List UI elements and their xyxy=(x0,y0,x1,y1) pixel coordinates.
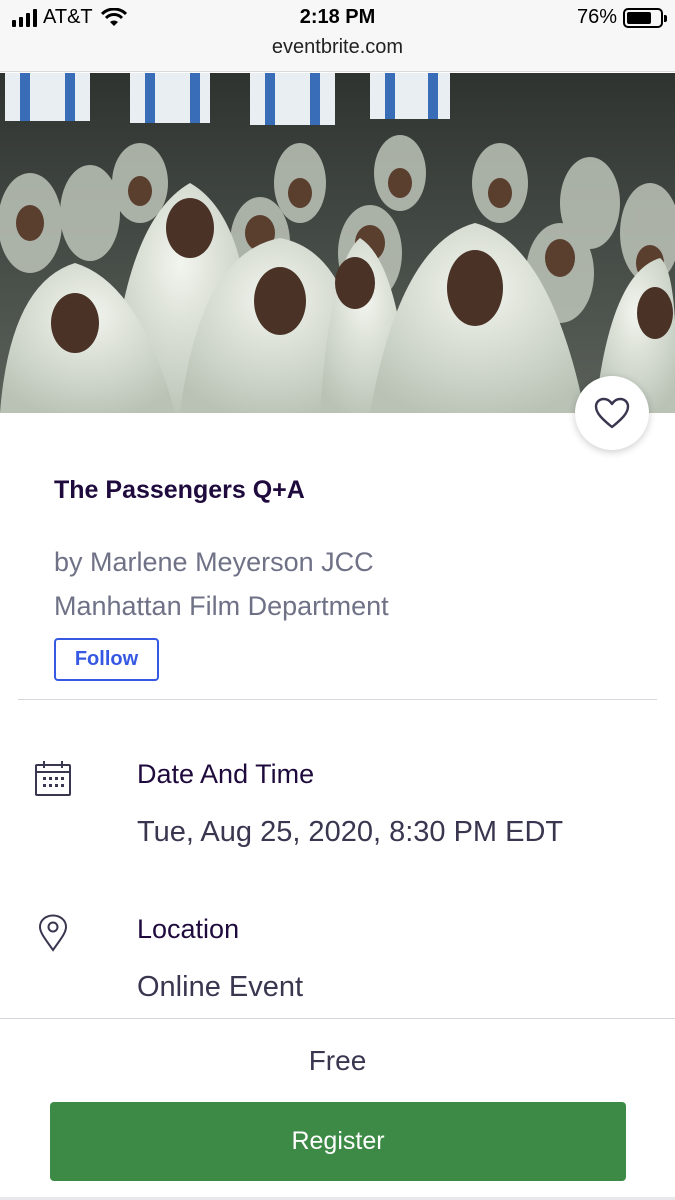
hero-photo xyxy=(0,73,675,413)
battery-group: 76% xyxy=(576,6,667,29)
event-title: The Passengers Q+A xyxy=(54,476,305,504)
date-time-value: Tue, Aug 25, 2020, 8:30 PM EDT xyxy=(137,816,564,848)
battery-percent: 76% xyxy=(576,6,617,28)
clock: 2:18 PM xyxy=(299,6,376,28)
ticket-price: Free xyxy=(308,1045,367,1076)
location-value: Online Event xyxy=(137,971,304,1003)
divider xyxy=(18,699,657,700)
battery-fill xyxy=(627,11,652,24)
location-label: Location xyxy=(137,914,240,944)
checkout-bar: Free Register xyxy=(0,1018,675,1200)
organizer-line-2: Manhattan Film Department xyxy=(54,591,389,621)
calendar-icon xyxy=(35,761,71,796)
organizer-name[interactable]: by Marlene Meyerson JCC Manhattan Film D… xyxy=(54,540,534,628)
heart-icon xyxy=(594,397,630,429)
status-bar: AT&T 2:18 PM eventbrite.com 76% xyxy=(0,0,675,72)
map-pin-icon xyxy=(38,914,68,952)
favorite-button[interactable] xyxy=(575,376,649,450)
address-bar-url[interactable]: eventbrite.com xyxy=(0,36,675,59)
battery-icon xyxy=(623,7,667,28)
date-time-label: Date And Time xyxy=(137,759,315,789)
register-button[interactable]: Register xyxy=(50,1102,626,1181)
event-hero-image xyxy=(0,73,675,413)
organizer-line-1: by Marlene Meyerson JCC xyxy=(54,547,374,577)
follow-button[interactable]: Follow xyxy=(54,638,159,681)
